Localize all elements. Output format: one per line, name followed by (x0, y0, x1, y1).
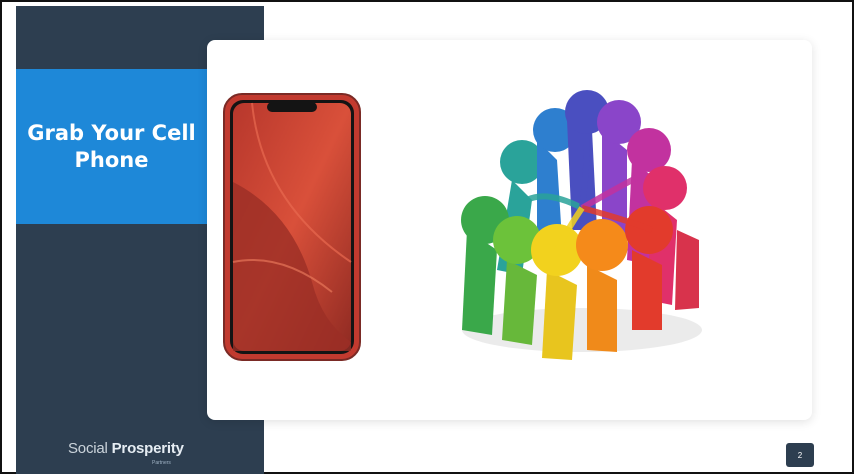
title-box: Grab Your Cell Phone (16, 69, 207, 224)
slide-title: Grab Your Cell Phone (27, 120, 196, 172)
brand-logo-light: Social (68, 440, 112, 457)
brand-logo: Social Prosperity (68, 440, 184, 457)
people-circle-image (461, 90, 702, 360)
page-number-badge: 2 (786, 443, 814, 467)
slide: Grab Your Cell Phone Social Prosperity P… (0, 0, 854, 474)
smartphone-image (223, 93, 361, 361)
brand-logo-sub: Partners (152, 460, 171, 466)
brand-logo-bold: Prosperity (111, 440, 184, 457)
